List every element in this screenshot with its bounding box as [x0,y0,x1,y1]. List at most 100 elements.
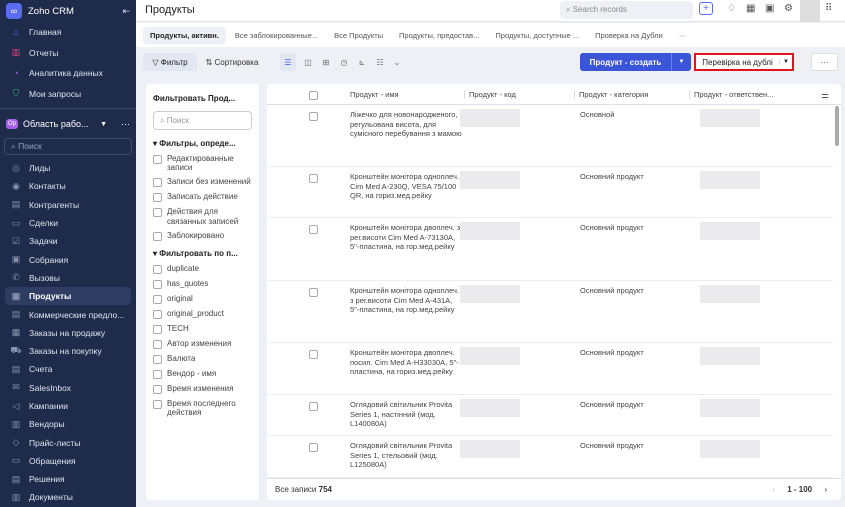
table-row[interactable]: Кронштейн монітора одноплеч. з рег.висот… [267,281,833,343]
column-settings-icon[interactable]: ⚌ [821,90,829,101]
add-icon[interactable]: + [699,2,713,15]
sidebar-item-6[interactable]: ✆ Вызовы [0,269,136,287]
sidebar-item-16[interactable]: ▭ Обращения [0,452,136,470]
list-view-icon[interactable]: ☰ [280,53,296,71]
tab-3[interactable]: Продукты, предостав... [392,27,486,44]
calendar-icon[interactable]: ▦ [746,3,755,14]
row-checkbox[interactable] [309,112,318,121]
column-header-code[interactable]: Продукт - код [464,90,516,99]
column-header-category[interactable]: Продукт - категория [574,90,648,99]
row-checkbox[interactable] [309,350,318,359]
tab-6[interactable]: ··· [672,27,694,44]
sidebar-item-2[interactable]: ▤ Контрагенты [0,196,136,214]
more-icon[interactable]: ··· [121,119,130,129]
select-all-checkbox[interactable] [309,91,318,100]
sort-button[interactable]: ⇅ Сортировка [201,53,263,71]
table-row[interactable]: Ліжечко для новонародженого, регульована… [267,105,833,167]
apps-grid-icon[interactable]: ⠿ [825,3,832,14]
filter-item[interactable]: duplicate [153,264,252,274]
filter-item[interactable]: Записи без изменений [153,177,252,188]
sidebar-item-9[interactable]: ▦ Заказы на продажу [0,324,136,342]
avatar[interactable] [800,0,820,22]
chevron-down-icon[interactable]: ⌄ [390,53,404,71]
checkbox[interactable] [153,399,162,409]
checkbox[interactable] [153,155,162,164]
filter-item[interactable]: Время последнего действия [153,399,252,417]
checkbox[interactable] [153,324,162,334]
dedupe-check-button[interactable]: Перевірка на дублі ▼ [694,53,794,71]
search-records-input[interactable]: ⌕ Search records [560,1,693,19]
checkbox[interactable] [153,309,162,319]
filter-item[interactable]: TECH [153,324,252,334]
tab-2[interactable]: Все Продукты [327,27,390,44]
product-name[interactable]: Кронштейн монітора одноплеч. з рег.висот… [350,286,462,315]
sidebar-item-7[interactable]: ▣ Продукты [5,287,131,306]
marketplace-icon[interactable]: ▣ [765,3,774,14]
sidebar-item-3[interactable]: ⛉ Мои запросы [0,84,136,105]
checkbox[interactable] [153,384,162,394]
workspace-selector[interactable]: Op Область рабо... ▼ ··· [0,113,136,135]
sidebar-item-1[interactable]: ▥ Отчеты [0,43,136,64]
product-name[interactable]: Кронштейн монітора двоплеч. з рег.висоти… [350,223,462,252]
table-view-icon[interactable]: ⊞ [318,53,334,71]
filter-item[interactable]: Время изменения [153,384,252,394]
chevron-down-icon[interactable]: ▼ [100,121,107,128]
table-row[interactable]: Оглядовий світильник Provita Series 1, н… [267,395,833,436]
column-header-name[interactable]: Продукт - имя [350,90,399,99]
filter-item[interactable]: Записать действие [153,192,252,203]
scrollbar[interactable] [835,106,839,146]
sidebar-item-11[interactable]: ▤ Счета [0,360,136,378]
sidebar-item-14[interactable]: ▥ Вендоры [0,415,136,433]
filter-item[interactable]: Заблокировано [153,231,252,241]
create-dropdown-button[interactable]: ▼ [671,53,691,71]
create-product-button[interactable]: Продукт - создать [580,53,671,71]
checkbox[interactable] [153,193,162,203]
filter-item[interactable]: original [153,294,252,304]
sidebar-item-4[interactable]: ☑ Задачи [0,232,136,250]
filter-search-input[interactable]: ⌕ Поиск [153,111,252,130]
product-name[interactable]: Кронштейн монітора двоплеч. посил. Cim M… [350,348,462,377]
checkbox[interactable] [153,294,162,304]
sidebar-item-8[interactable]: ▤ Коммерческие предло... [0,305,136,323]
prev-page-icon[interactable]: ‹ [772,485,775,494]
sidebar-item-0[interactable]: ◎ Лиды [0,159,136,177]
filter-item[interactable]: has_quotes [153,279,252,289]
tab-1[interactable]: Все заблокированные... [228,27,325,44]
product-name[interactable]: Ліжечко для новонародженого, регульована… [350,110,462,139]
bell-icon[interactable]: ♢ [727,3,736,14]
row-checkbox[interactable] [309,402,318,411]
kanban-view-icon[interactable]: ◫ [300,53,316,71]
row-checkbox[interactable] [309,443,318,452]
sidebar-item-5[interactable]: ▣ Собрания [0,250,136,268]
sidebar-item-17[interactable]: ▤ Решения [0,470,136,488]
sidebar-item-0[interactable]: ⌂ Главная [0,22,136,43]
checkbox[interactable] [153,264,162,274]
filter-section-fields[interactable]: ▾ Фильтровать по п... [153,249,252,258]
product-name[interactable]: Кронштейн монітора одноплеч. Cim Med A-2… [350,172,462,201]
filter-button[interactable]: ▽ Фильтр [143,53,197,71]
checkbox[interactable] [153,279,162,289]
row-checkbox[interactable] [309,174,318,183]
checkbox[interactable] [153,231,162,241]
row-checkbox[interactable] [309,288,318,297]
sidebar-item-15[interactable]: ◇ Прайс-листы [0,433,136,451]
filter-item[interactable]: Валюта [153,354,252,364]
more-actions-button[interactable]: ··· [811,53,838,71]
chart-view-icon[interactable]: ⊾ [354,53,370,71]
sidebar-item-1[interactable]: ◉ Контакты [0,177,136,195]
filter-item[interactable]: Действия для связанных записей [153,207,252,226]
chevron-down-icon[interactable]: ▼ [779,59,792,65]
filter-item[interactable]: Вендор - имя [153,369,252,379]
row-checkbox[interactable] [309,225,318,234]
checkbox[interactable] [153,178,162,188]
table-row[interactable]: Кронштейн монітора одноплеч. Cim Med A-2… [267,167,833,218]
filter-item[interactable]: original_product [153,309,252,319]
tab-4[interactable]: Продукты, доступные ... [488,27,586,44]
sidebar-item-18[interactable]: ▥ Документы [0,488,136,506]
checkbox[interactable] [153,369,162,379]
sidebar-item-10[interactable]: ⛟ Заказы на покупку [0,342,136,360]
next-page-icon[interactable]: › [824,485,827,494]
column-header-owner[interactable]: Продукт - ответствен... [689,90,773,99]
tab-5[interactable]: Проверка на Дубли [588,27,670,44]
sidebar-search-input[interactable]: ⌕ Поиск [4,138,132,155]
